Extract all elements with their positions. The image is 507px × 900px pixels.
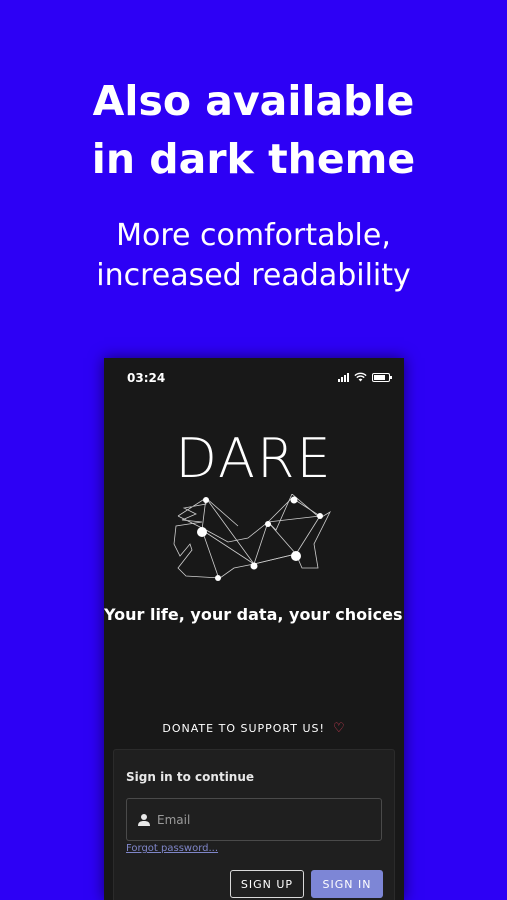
email-field[interactable]: [126, 798, 382, 841]
email-input[interactable]: [157, 812, 357, 827]
sign-up-button[interactable]: SIGN UP: [230, 870, 304, 898]
battery-icon: [372, 372, 392, 382]
promo-headline: Also available in dark theme: [0, 72, 507, 188]
status-icons: [338, 371, 392, 383]
headline-line-1: Also available: [92, 77, 415, 125]
donate-label: DONATE TO SUPPORT US!: [162, 722, 325, 735]
sign-in-button[interactable]: SIGN IN: [311, 870, 383, 898]
donate-link[interactable]: DONATE TO SUPPORT US! ♡: [104, 721, 404, 736]
constellation-logo-icon: [173, 494, 331, 581]
app-logo-text: DARE: [175, 427, 333, 490]
subline-line-2: increased readability: [96, 258, 411, 293]
phone-screenshot: 03:24 DARE Your life, your data, your ch…: [104, 358, 404, 900]
subline-line-1: More comfortable,: [116, 218, 391, 253]
app-tagline: Your life, your data, your choices.: [104, 605, 404, 624]
headline-line-2: in dark theme: [91, 135, 416, 183]
heart-icon: ♡: [332, 721, 346, 736]
signin-title: Sign in to continue: [126, 770, 255, 784]
signin-card: Sign in to continue Forgot password... S…: [113, 749, 395, 900]
forgot-password-link[interactable]: Forgot password...: [126, 843, 218, 854]
promo-subline: More comfortable, increased readability: [0, 216, 507, 296]
signal-icon: [338, 372, 349, 382]
wifi-icon: [354, 372, 367, 382]
status-time: 03:24: [127, 371, 166, 385]
person-icon: [138, 813, 150, 826]
